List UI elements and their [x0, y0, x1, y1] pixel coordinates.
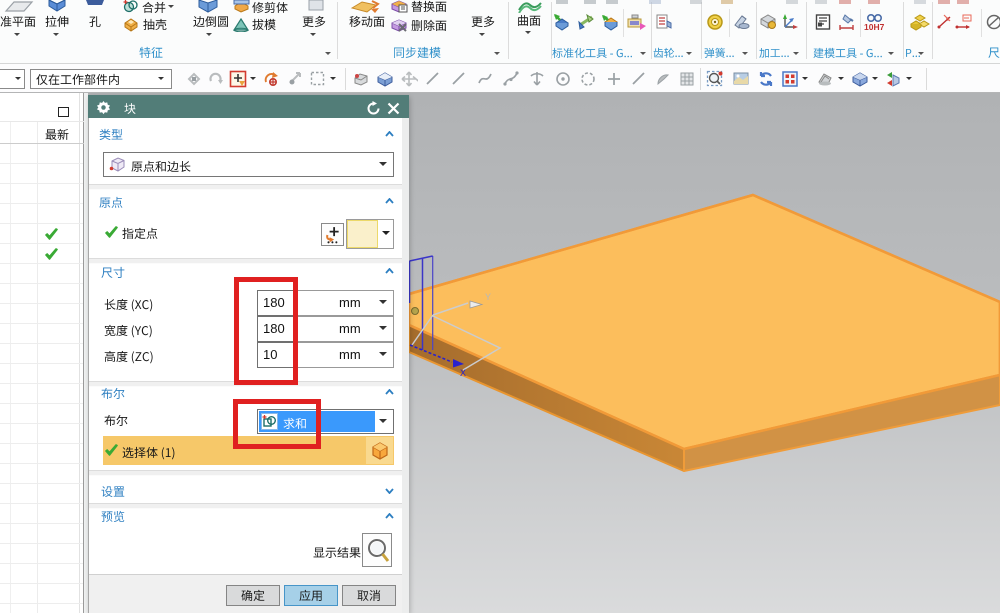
svg-text:Y: Y: [485, 292, 491, 302]
svg-text:X: X: [460, 368, 466, 378]
svg-text:10H7: 10H7: [864, 22, 885, 32]
